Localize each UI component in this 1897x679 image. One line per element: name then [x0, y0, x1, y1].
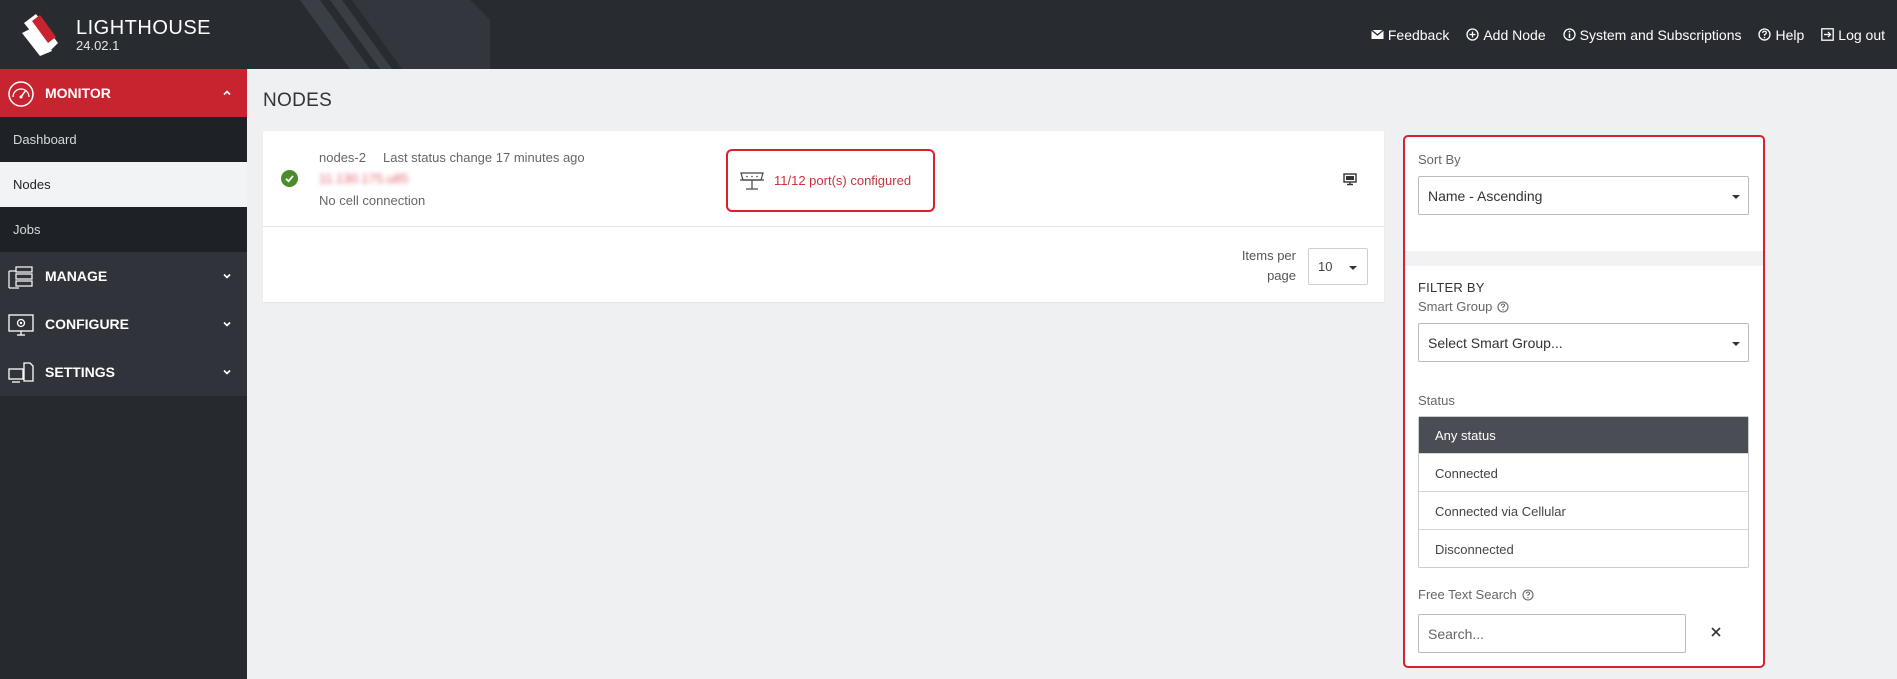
sidebar-section-label: MONITOR	[45, 85, 111, 101]
logout-icon	[1821, 28, 1835, 41]
items-per-page-line1: Items per	[1241, 248, 1296, 263]
servers-icon	[8, 266, 33, 289]
free-text-search-label-text: Free Text Search	[1418, 587, 1517, 602]
connected-status-icon	[281, 170, 298, 187]
brand[interactable]: LIGHTHOUSE 24.02.1	[20, 12, 211, 57]
system-subscriptions-label: System and Subscriptions	[1579, 26, 1742, 43]
sidebar-section-label: CONFIGURE	[45, 316, 129, 332]
gauge-icon	[8, 81, 34, 107]
sidebar: MONITOR Dashboard Nodes Jobs MANAGE CONF…	[0, 69, 247, 679]
chevron-up-icon	[223, 90, 231, 96]
clear-search-icon[interactable]	[1710, 626, 1722, 638]
sidebar-section-settings[interactable]: SETTINGS	[0, 348, 247, 396]
node-address: 11.130.175.u85	[319, 171, 409, 186]
node-row[interactable]: nodes-2 Last status change 17 minutes ag…	[263, 131, 1384, 227]
info-circle-icon	[1562, 28, 1576, 41]
filter-by-heading: FILTER BY	[1418, 280, 1485, 295]
status-option-disconnected[interactable]: Disconnected	[1419, 529, 1748, 567]
help-link[interactable]: Help	[1758, 27, 1804, 43]
brand-name: LIGHTHOUSE	[76, 16, 212, 39]
system-subscriptions-link[interactable]: System and Subscriptions	[1562, 26, 1742, 43]
chevron-down-icon	[223, 321, 231, 327]
checkmark-icon	[285, 175, 294, 183]
status-option-any[interactable]: Any status	[1419, 417, 1748, 453]
web-ui-monitor-icon[interactable]	[1343, 172, 1357, 186]
search-input[interactable]	[1418, 614, 1686, 653]
ports-configured-text: 11/12 port(s) configured	[774, 173, 912, 188]
caret-down-icon	[1732, 342, 1740, 346]
monitor-gear-icon	[8, 314, 34, 336]
plus-circle-icon	[1466, 28, 1479, 41]
sidebar-item-jobs[interactable]: Jobs	[0, 207, 247, 252]
nodes-list-card: nodes-2 Last status change 17 minutes ag…	[263, 131, 1384, 302]
devices-icon	[8, 362, 34, 383]
lighthouse-logo-icon	[22, 13, 58, 56]
top-bar: LIGHTHOUSE 24.02.1 Feedback Add Node Sys…	[0, 0, 1897, 69]
caret-down-icon	[1349, 265, 1357, 270]
status-option-cellular[interactable]: Connected via Cellular	[1419, 491, 1748, 529]
caret-down-icon	[1732, 195, 1740, 199]
smart-group-value: Select Smart Group...	[1428, 335, 1563, 351]
smart-group-label-text: Smart Group	[1418, 299, 1493, 314]
sidebar-section-label: SETTINGS	[45, 364, 116, 380]
filter-panel: Sort By Name - Ascending FILTER BY Smart…	[1403, 135, 1765, 668]
sidebar-item-dashboard[interactable]: Dashboard	[0, 117, 247, 162]
status-select-list: Any status Connected Connected via Cellu…	[1418, 416, 1749, 568]
node-status-change: Last status change 17 minutes ago	[383, 150, 585, 165]
items-per-page-label: Items per page	[1242, 246, 1296, 286]
serial-port-icon	[740, 171, 764, 190]
chevron-down-icon	[223, 369, 231, 375]
logout-label: Log out	[1838, 26, 1885, 43]
top-nav: Feedback Add Node System and Subscriptio…	[1354, 0, 1885, 69]
sidebar-section-manage[interactable]: MANAGE	[0, 252, 247, 300]
brand-version: 24.02.1	[76, 37, 120, 53]
page-title: NODES	[263, 90, 333, 111]
smart-group-select[interactable]: Select Smart Group...	[1418, 323, 1749, 362]
node-name[interactable]: nodes-2	[319, 150, 366, 165]
items-per-page-value: 10	[1318, 258, 1333, 274]
feedback-label: Feedback	[1387, 26, 1450, 43]
sidebar-item-nodes[interactable]: Nodes	[0, 162, 247, 207]
sidebar-section-monitor[interactable]: MONITOR	[0, 69, 247, 117]
pagination: Items per page 10	[1242, 246, 1368, 286]
help-question-icon[interactable]	[1522, 588, 1534, 601]
help-label: Help	[1775, 26, 1805, 43]
sort-section: Sort By Name - Ascending	[1405, 137, 1763, 251]
node-cell-status: No cell connection	[319, 193, 426, 208]
header-stripes-decoration	[300, 0, 490, 69]
sort-by-select[interactable]: Name - Ascending	[1418, 176, 1749, 215]
status-label: Status	[1418, 393, 1455, 408]
sort-by-label: Sort By	[1418, 152, 1461, 167]
question-circle-icon	[1758, 28, 1772, 41]
logout-link[interactable]: Log out	[1821, 27, 1885, 43]
add-node-link[interactable]: Add Node	[1466, 26, 1546, 43]
envelope-icon	[1370, 29, 1384, 39]
sidebar-section-label: MANAGE	[45, 268, 108, 284]
status-option-connected[interactable]: Connected	[1419, 453, 1748, 491]
sidebar-section-configure[interactable]: CONFIGURE	[0, 300, 247, 348]
items-per-page-select[interactable]: 10	[1308, 247, 1368, 285]
help-question-icon[interactable]	[1497, 300, 1509, 313]
smart-group-label: Smart Group	[1418, 299, 1509, 314]
chevron-down-icon	[223, 273, 231, 279]
feedback-link[interactable]: Feedback	[1370, 26, 1450, 43]
sort-by-value: Name - Ascending	[1428, 188, 1543, 204]
free-text-search-label: Free Text Search	[1418, 587, 1534, 602]
ports-configured-link[interactable]: 11/12 port(s) configured	[726, 149, 935, 212]
items-per-page-line2: page	[1267, 268, 1296, 283]
add-node-label: Add Node	[1483, 26, 1546, 43]
